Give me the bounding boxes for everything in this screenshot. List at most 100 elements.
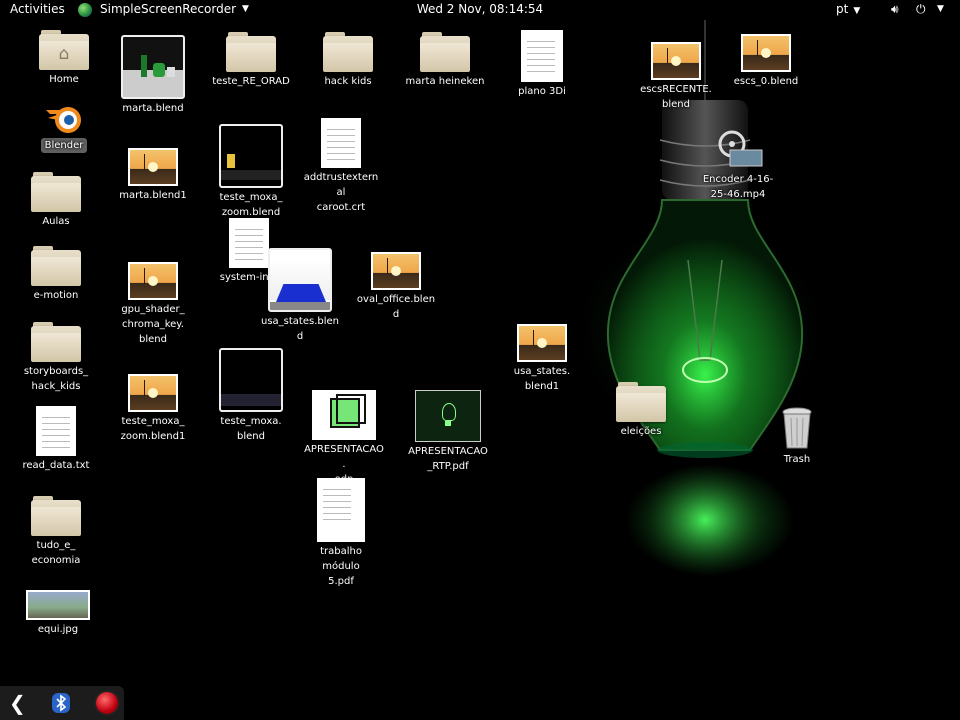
marta-blend1-file[interactable]: marta.blend1 xyxy=(113,148,193,203)
blend-thumbnail-icon xyxy=(219,124,283,188)
home-folder[interactable]: ⌂ Home xyxy=(24,30,104,87)
folder-icon xyxy=(420,32,470,72)
folder-icon xyxy=(31,322,81,362)
trabalho-pdf-file[interactable]: trabalho módulo 5.pdf xyxy=(301,478,381,589)
folder-icon xyxy=(323,32,373,72)
oval-office-blend-file[interactable]: oval_office.blend xyxy=(356,252,436,322)
folder-icon: ⌂ xyxy=(39,30,89,70)
icon-label: marta.blend1 xyxy=(119,190,187,201)
icon-label: storyboards_ hack_kids xyxy=(23,366,89,392)
pdf-document-icon xyxy=(317,478,365,542)
icon-label: eleições xyxy=(620,426,662,437)
icon-label: read_data.txt xyxy=(22,460,90,471)
plano-3di-file[interactable]: plano 3Di xyxy=(502,30,582,99)
bluetooth-icon[interactable] xyxy=(52,693,70,713)
icon-label: escsRECENTE. blend xyxy=(640,84,712,110)
escs-recente-blend-file[interactable]: escsRECENTE. blend xyxy=(636,42,716,112)
icon-label: teste_moxa. blend xyxy=(220,416,282,442)
activities-button[interactable]: Activities xyxy=(10,0,65,19)
usa-states-blend1-file[interactable]: usa_states. blend1 xyxy=(502,324,582,394)
image-icon xyxy=(128,262,178,300)
image-icon xyxy=(26,590,90,620)
teste-moxa-zoom-blend-file[interactable]: teste_moxa_ zoom.blend xyxy=(211,124,291,220)
app-menu-label: SimpleScreenRecorder xyxy=(100,2,237,16)
tudo-economia-folder[interactable]: tudo_e_ economia xyxy=(16,496,96,568)
emotion-folder[interactable]: e-motion xyxy=(16,246,96,303)
folder-icon xyxy=(226,32,276,72)
icon-label: usa_states.blend xyxy=(260,316,339,342)
storyboards-folder[interactable]: storyboards_ hack_kids xyxy=(16,322,96,394)
icon-label: oval_office.blend xyxy=(356,294,436,320)
trash[interactable]: Trash xyxy=(757,404,837,467)
icon-label: tudo_e_ economia xyxy=(31,540,81,566)
keyboard-layout-indicator[interactable]: pt ▼ xyxy=(836,0,860,21)
addtrust-certificate-file[interactable]: addtrustexternal caroot.crt xyxy=(301,118,381,215)
trash-icon xyxy=(779,404,815,450)
icon-label: Aulas xyxy=(42,216,70,227)
marta-heineken-folder[interactable]: marta heineken xyxy=(405,32,485,89)
icon-label: gpu_shader_ chroma_key. blend xyxy=(121,304,185,345)
icon-label: APRESENTACAO _RTP.pdf xyxy=(408,446,488,472)
blend-thumbnail-icon xyxy=(268,248,332,312)
certificate-document-icon xyxy=(321,118,361,168)
aulas-folder[interactable]: Aulas xyxy=(16,172,96,229)
volume-icon[interactable]: 🔊︎ xyxy=(891,0,899,19)
icon-label: marta heineken xyxy=(405,76,485,87)
chevron-left-icon[interactable]: ❮ xyxy=(9,691,26,715)
icon-label: equi.jpg xyxy=(37,624,79,635)
escs-0-blend-file[interactable]: escs_0.blend xyxy=(726,34,806,89)
marta-blend-file[interactable]: marta.blend xyxy=(113,35,193,116)
icon-label: marta.blend xyxy=(122,103,184,114)
icon-label: escs_0.blend xyxy=(733,76,799,87)
icon-label: Home xyxy=(49,74,79,85)
record-icon[interactable] xyxy=(96,692,118,714)
icon-label: Trash xyxy=(783,454,811,465)
icon-label: Blender xyxy=(40,138,88,153)
apresentacao-rtp-pdf-file[interactable]: APRESENTACAO _RTP.pdf xyxy=(408,390,488,474)
folder-icon xyxy=(31,172,81,212)
text-document-icon xyxy=(521,30,563,82)
image-icon xyxy=(128,374,178,412)
icon-label: teste_RE_ORAD xyxy=(212,76,290,87)
app-menu[interactable]: SimpleScreenRecorder ▼ xyxy=(78,0,249,19)
video-file-icon xyxy=(712,130,764,170)
folder-icon xyxy=(31,246,81,286)
system-menu-chevron-icon[interactable]: ▼ xyxy=(937,0,944,19)
read-data-file[interactable]: read_data.txt xyxy=(16,406,96,473)
desktop: Activities SimpleScreenRecorder ▼ Wed 2 … xyxy=(0,0,960,720)
image-icon xyxy=(371,252,421,290)
blend-thumbnail-icon xyxy=(219,348,283,412)
apresentacao-odp-file[interactable]: APRESENTACAO. odp xyxy=(304,390,384,487)
icon-label: usa_states. blend1 xyxy=(513,366,571,392)
hack-kids-folder[interactable]: hack kids xyxy=(308,32,388,89)
top-bar: Activities SimpleScreenRecorder ▼ Wed 2 … xyxy=(0,0,960,19)
power-icon[interactable]: ⏻ xyxy=(916,0,926,19)
pdf-thumbnail-icon xyxy=(415,390,481,442)
presentation-thumbnail-icon xyxy=(312,390,376,440)
keyboard-layout-label: pt xyxy=(836,2,849,16)
gpu-shader-file[interactable]: gpu_shader_ chroma_key. blend xyxy=(113,262,193,347)
clock[interactable]: Wed 2 Nov, 08:14:54 xyxy=(417,2,543,16)
image-icon xyxy=(128,148,178,186)
icon-label: e-motion xyxy=(33,290,79,301)
equi-image[interactable]: equi.jpg xyxy=(18,590,98,637)
usa-states-blend-file[interactable]: usa_states.blend xyxy=(260,248,340,344)
teste-moxa-zoom-blend1-file[interactable]: teste_moxa_ zoom.blend1 xyxy=(113,374,193,444)
icon-label: teste_moxa_ zoom.blend xyxy=(219,192,283,218)
encoder-video-file[interactable]: Encoder 4-16- 25-46.mp4 xyxy=(698,130,778,202)
dash-dock: ❮ xyxy=(0,686,124,720)
image-icon xyxy=(741,34,791,72)
teste-re-orad-folder[interactable]: teste_RE_ORAD xyxy=(211,32,291,89)
image-icon xyxy=(517,324,567,362)
icon-label: plano 3Di xyxy=(518,86,566,97)
icon-label: hack kids xyxy=(324,76,372,87)
simplescreenrecorder-icon xyxy=(78,2,92,17)
text-document-icon xyxy=(36,406,76,456)
teste-moxa-blend-file[interactable]: teste_moxa. blend xyxy=(211,348,291,444)
image-icon xyxy=(651,42,701,80)
blender-launcher[interactable]: Blender xyxy=(24,100,104,153)
eleicoes-folder[interactable]: eleições xyxy=(601,382,681,439)
icon-label: Encoder 4-16- 25-46.mp4 xyxy=(702,174,774,200)
folder-icon xyxy=(31,496,81,536)
blender-icon xyxy=(42,100,86,136)
